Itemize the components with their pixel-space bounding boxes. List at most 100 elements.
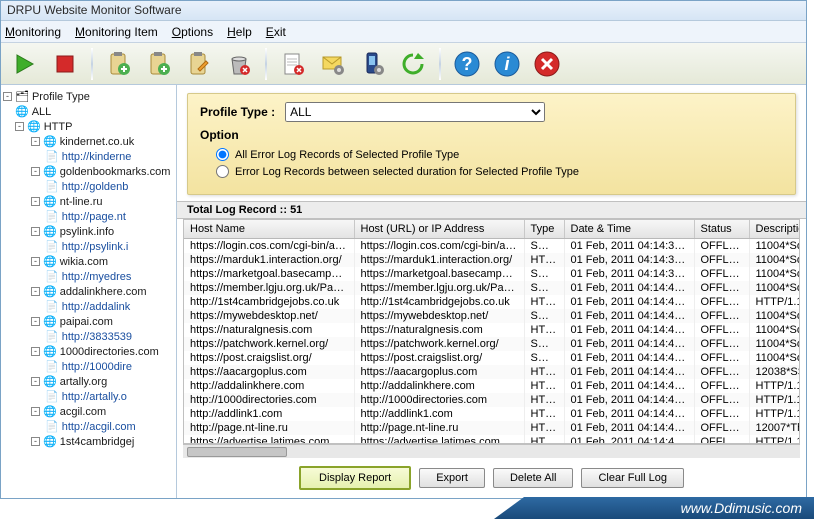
clipboard-add-icon[interactable] [101,46,137,82]
profile-tree[interactable]: -🗂Profile Type 🌐ALL -🌐HTTP -🌐kindernet.c… [1,85,177,498]
play-button[interactable] [7,46,43,82]
tree-host[interactable]: artally.org [60,376,107,388]
menu-monitoring[interactable]: Monitoring [5,25,61,39]
globe-icon: 🌐 [43,435,57,448]
column-header[interactable]: Type [524,220,564,239]
table-row[interactable]: https://marketgoal.basecamphq.comhttps:/… [184,267,800,281]
collapse-icon[interactable]: - [31,317,40,326]
collapse-icon[interactable]: - [31,197,40,206]
menu-exit[interactable]: Exit [266,25,286,39]
collapse-icon[interactable]: - [31,137,40,146]
globe-icon: 🌐 [43,255,57,268]
column-header[interactable]: Date & Time [564,220,694,239]
tree-host[interactable]: kindernet.co.uk [60,136,135,148]
table-row[interactable]: https://marduk1.interaction.org/https://… [184,253,800,267]
horizontal-scrollbar[interactable] [183,444,800,458]
delete-all-button[interactable]: Delete All [493,468,573,488]
column-header[interactable]: Description [749,220,800,239]
clipboard-add2-icon[interactable] [141,46,177,82]
display-report-button[interactable]: Display Report [299,466,411,490]
tree-url[interactable]: http://myedres [62,271,132,283]
refresh-icon[interactable] [395,46,431,82]
folder-icon: 🗂 [15,90,29,103]
tree-host[interactable]: acgil.com [60,406,106,418]
info-icon[interactable]: i [489,46,525,82]
scrollbar-thumb[interactable] [187,447,287,457]
help-icon[interactable]: ? [449,46,485,82]
radio-all-records[interactable]: All Error Log Records of Selected Profil… [216,148,783,161]
page-icon: 📄 [45,300,59,313]
menu-options[interactable]: Options [172,25,213,39]
table-row[interactable]: https://member.lgju.org.uk/Pages/defa...… [184,281,800,295]
footer-banner: www.Ddimusic.com [494,497,814,519]
tree-host[interactable]: psylink.info [60,226,114,238]
radio-duration-records[interactable]: Error Log Records between selected durat… [216,165,783,178]
collapse-icon[interactable]: - [31,347,40,356]
option-label: Option [200,128,783,142]
tree-url[interactable]: http://goldenb [62,181,129,193]
collapse-icon[interactable]: - [31,377,40,386]
export-button[interactable]: Export [419,468,485,488]
tree-url[interactable]: http://1000dire [62,361,132,373]
collapse-icon[interactable]: - [31,437,40,446]
toolbar: ? i [1,43,806,85]
page-icon: 📄 [45,360,59,373]
tree-url[interactable]: http://artally.o [62,391,127,403]
menu-help[interactable]: Help [227,25,252,39]
table-row[interactable]: http://addlink1.comhttp://addlink1.comHT… [184,407,800,421]
table-row[interactable]: https://login.cos.com/cgi-bin/accounthtt… [184,239,800,254]
tree-host[interactable]: goldenbookmarks.com [60,166,171,178]
column-header[interactable]: Host Name [184,220,354,239]
collapse-icon[interactable]: - [31,257,40,266]
table-row[interactable]: https://advertise.latimes.comhttps://adv… [184,435,800,444]
tree-host[interactable]: paipai.com [60,316,113,328]
table-row[interactable]: http://1st4cambridgejobs.co.ukhttp://1st… [184,295,800,309]
stop-button[interactable] [47,46,83,82]
column-header[interactable]: Host (URL) or IP Address [354,220,524,239]
tree-host[interactable]: 1st4cambridgej [60,436,135,448]
clear-full-log-button[interactable]: Clear Full Log [581,468,683,488]
table-row[interactable]: http://1000directories.comhttp://1000dir… [184,393,800,407]
tree-host[interactable]: nt-line.ru [60,196,103,208]
close-icon[interactable] [529,46,565,82]
table-row[interactable]: http://addalinkhere.comhttp://addalinkhe… [184,379,800,393]
table-row[interactable]: https://post.craigslist.org/https://post… [184,351,800,365]
tree-host[interactable]: addalinkhere.com [60,286,147,298]
tree-host[interactable]: 1000directories.com [60,346,159,358]
menu-monitoring-item[interactable]: Monitoring Item [75,25,158,39]
phone-settings-icon[interactable] [355,46,391,82]
tree-url[interactable]: http://acgil.com [62,421,136,433]
globe-icon: 🌐 [43,375,57,388]
log-grid[interactable]: Host NameHost (URL) or IP AddressTypeDat… [183,219,800,444]
svg-text:?: ? [462,54,473,74]
globe-icon: 🌐 [43,195,57,208]
table-row[interactable]: http://page.nt-line.ruhttp://page.nt-lin… [184,421,800,435]
collapse-icon[interactable]: - [3,92,12,101]
table-row[interactable]: https://naturalgnesis.comhttps://natural… [184,323,800,337]
clipboard-edit-icon[interactable] [181,46,217,82]
globe-icon: 🌐 [43,135,57,148]
column-header[interactable]: Status [694,220,749,239]
globe-icon: 🌐 [43,225,57,238]
collapse-icon[interactable]: - [31,407,40,416]
trash-icon[interactable] [221,46,257,82]
page-icon: 📄 [45,270,59,283]
globe-icon: 🌐 [43,285,57,298]
collapse-icon[interactable]: - [31,287,40,296]
tree-url[interactable]: http://addalink [62,301,131,313]
mail-settings-icon[interactable] [315,46,351,82]
table-row[interactable]: https://patchwork.kernel.org/https://pat… [184,337,800,351]
table-row[interactable]: https://aacargoplus.comhttps://aacargopl… [184,365,800,379]
tree-host[interactable]: wikia.com [60,256,108,268]
tree-url[interactable]: http://3833539 [62,331,132,343]
collapse-icon[interactable]: - [31,227,40,236]
profile-type-select[interactable]: ALL [285,102,545,122]
tree-url[interactable]: http://psylink.i [62,241,129,253]
collapse-icon[interactable]: - [31,167,40,176]
filter-panel: Profile Type : ALL Option All Error Log … [187,93,796,195]
document-delete-icon[interactable] [275,46,311,82]
table-row[interactable]: https://mywebdesktop.net/https://mywebde… [184,309,800,323]
collapse-icon[interactable]: - [15,122,24,131]
tree-url[interactable]: http://kinderne [62,151,132,163]
tree-url[interactable]: http://page.nt [62,211,126,223]
